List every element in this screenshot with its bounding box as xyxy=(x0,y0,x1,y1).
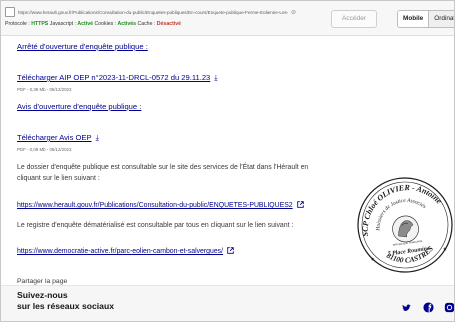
facebook-icon xyxy=(422,301,434,313)
bailiff-stamp-seal: SCP Chloé OLIVIER - Antoine VERGÉ Huissi… xyxy=(353,173,453,273)
herault-link-block: https://www.herault.gouv.fr/Publications… xyxy=(17,194,347,212)
javascript-label: Javascript : xyxy=(49,21,76,27)
page-frame: https://www.herault.gouv.fr/Publications… xyxy=(0,0,455,322)
avis-meta: PDF - 0,09 Mb - 06/12/2023 xyxy=(17,147,72,152)
share-label: Partager la page xyxy=(17,278,68,285)
instagram-icon xyxy=(444,302,454,312)
democratie-link-block: https://www.democratie-active.fr/parc-eo… xyxy=(17,240,347,258)
url-checkbox[interactable] xyxy=(5,7,15,17)
avis-download-block: Télécharger Avis OEP ⤓ PDF - 0,09 Mb - 06… xyxy=(17,127,347,152)
protocol-label: Protocole : xyxy=(5,21,30,27)
stamp-city: 81100 CASTRES xyxy=(384,243,437,267)
avis-download-link[interactable]: Télécharger Avis OEP xyxy=(17,133,92,142)
arrete-title[interactable]: Arrêté d'ouverture d'enquête publique : xyxy=(17,42,347,51)
cache-label: Cache : xyxy=(137,21,156,27)
arrete-meta: PDF - 0,39 Mb - 06/12/2023 xyxy=(17,87,72,92)
democratie-link[interactable]: https://www.democratie-active.fr/parc-eo… xyxy=(17,248,223,255)
external-link-icon[interactable] xyxy=(227,247,234,254)
external-icon[interactable]: ⊘ xyxy=(291,9,296,16)
twitter-footer-link[interactable] xyxy=(400,301,412,313)
marianne-emblem xyxy=(392,215,419,243)
url-field[interactable]: https://www.herault.gouv.fr/Publications… xyxy=(18,10,288,15)
download-icon[interactable]: ⤓ xyxy=(214,73,217,83)
herault-link[interactable]: https://www.herault.gouv.fr/Publications… xyxy=(17,202,293,209)
main-content: Arrêté d'ouverture d'enquête publique : … xyxy=(17,41,347,309)
avis-title[interactable]: Avis d'ouverture d'enquête publique : xyxy=(17,102,347,111)
svg-text:★: ★ xyxy=(370,256,376,263)
cookies-value: Activés xyxy=(117,21,136,27)
external-link-icon[interactable] xyxy=(296,201,304,208)
view-mobile-button[interactable]: Mobile xyxy=(398,11,430,27)
protocol-value: HTTPS xyxy=(31,21,49,27)
download-icon[interactable]: ⤓ xyxy=(96,133,99,143)
follow-line-2: sur les réseaux sociaux xyxy=(17,301,114,311)
follow-heading: Suivez-nous sur les réseaux sociaux xyxy=(17,290,114,312)
cache-value: Désactivé xyxy=(156,21,182,27)
view-toggle: Mobile Ordinateur xyxy=(397,10,454,28)
dossier-paragraph: Le dossier d'enquête publique est consul… xyxy=(17,164,309,182)
cookies-label: Cookies : xyxy=(94,21,117,27)
arrete-download-block: Télécharger AIP OEP n°2023-11-DRCL-0572 … xyxy=(17,67,347,92)
view-desktop-button[interactable]: Ordinateur xyxy=(429,11,454,27)
browser-toolbar: https://www.herault.gouv.fr/Publications… xyxy=(1,1,454,36)
svg-text:★: ★ xyxy=(442,246,448,253)
follow-line-1: Suivez-nous xyxy=(17,290,68,300)
registre-paragraph: Le registre d'enquête dématérialisé est … xyxy=(17,222,294,229)
javascript-value: Activé xyxy=(77,21,93,27)
facebook-footer-link[interactable] xyxy=(422,301,434,313)
twitter-icon xyxy=(401,303,411,311)
arrete-download-link[interactable]: Télécharger AIP OEP n°2023-11-DRCL-0572 … xyxy=(17,73,210,82)
url-row: https://www.herault.gouv.fr/Publications… xyxy=(5,5,305,19)
acceder-button[interactable]: Accéder xyxy=(331,10,377,28)
instagram-footer-link[interactable] xyxy=(443,301,454,313)
svg-text:81100 CASTRES: 81100 CASTRES xyxy=(384,243,437,267)
status-row: Protocole : HTTPS Javascript : Activé Co… xyxy=(5,21,181,27)
